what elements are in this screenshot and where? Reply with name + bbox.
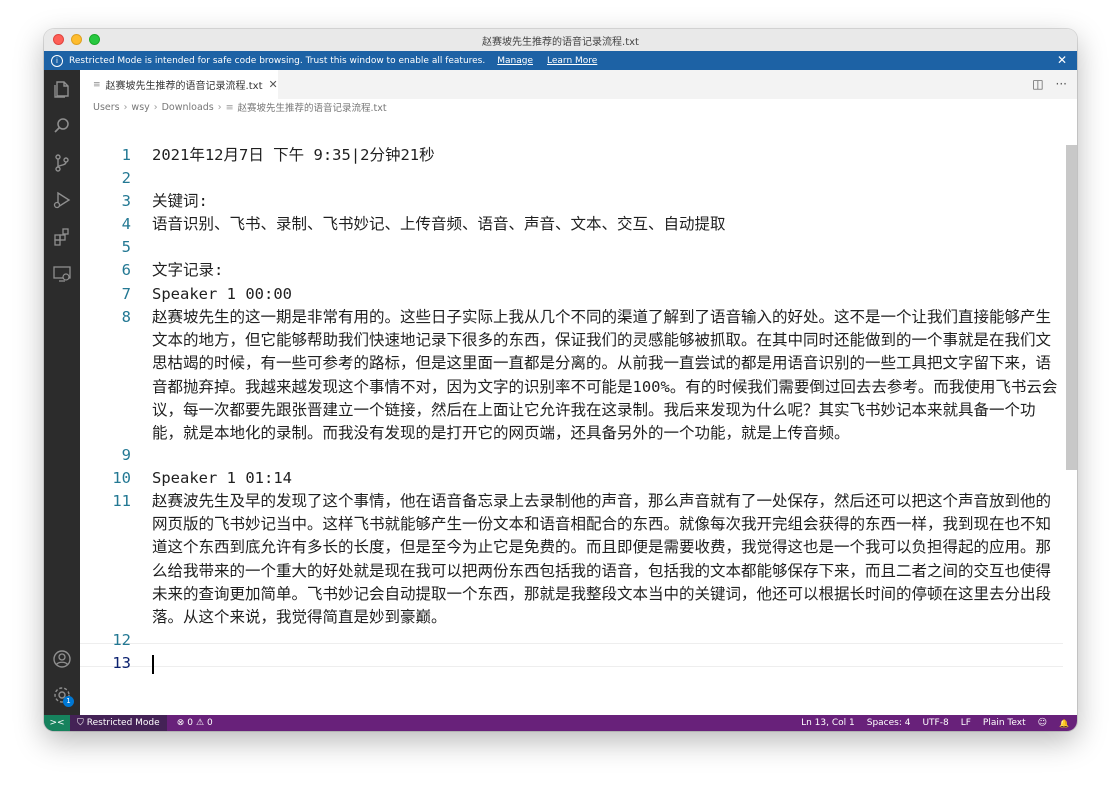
learn-more-link[interactable]: Learn More: [547, 56, 597, 66]
restricted-mode-banner: i Restricted Mode is intended for safe c…: [44, 51, 1077, 70]
tab-label: 赵赛坡先生推荐的语音记录流程.txt: [105, 81, 263, 92]
breadcrumb-separator: ›: [153, 101, 158, 113]
shield-icon: ⛉: [77, 718, 84, 728]
text-cursor: [152, 655, 154, 674]
remote-indicator[interactable]: ><: [44, 715, 70, 731]
search-icon[interactable]: [52, 116, 72, 136]
line-text: 语音识别、飞书、录制、飞书妙记、上传音频、语音、声音、文本、交互、自动提取: [152, 215, 726, 233]
window-title: 赵赛坡先生推荐的语音记录流程.txt: [482, 36, 639, 48]
tab-actions: ◫ ···: [1032, 77, 1067, 91]
vertical-scrollbar[interactable]: [1065, 115, 1077, 715]
line-text: 关键词:: [152, 192, 208, 210]
language-mode[interactable]: Plain Text: [983, 718, 1026, 728]
scrollbar-thumb[interactable]: [1066, 145, 1077, 470]
line-number: 3: [121, 192, 131, 210]
text-file-icon: ≡: [93, 79, 101, 90]
activity-bar: 1: [44, 70, 80, 715]
status-right: Ln 13, Col 1 Spaces: 4 UTF-8 LF Plain Te…: [801, 715, 1069, 731]
line-text: 赵赛波先生及早的发现了这个事情，他在语音备忘录上去录制他的声音，那么声音就有了一…: [152, 492, 1052, 627]
line-number: 6: [121, 261, 131, 279]
source-control-icon[interactable]: [52, 153, 72, 173]
line-number: 1: [121, 146, 131, 164]
close-tab-icon[interactable]: ✕: [269, 78, 278, 91]
breadcrumb-file[interactable]: 赵赛坡先生推荐的语音记录流程.txt: [238, 100, 387, 114]
line-text: Speaker 1 00:00: [152, 285, 292, 303]
line-text: 2021年12月7日 下午 9:35|2分钟21秒: [152, 146, 435, 164]
breadcrumb-separator: ›: [123, 101, 128, 113]
line-text: Speaker 1 01:14: [152, 469, 292, 487]
manage-gear-icon[interactable]: 1: [52, 685, 74, 707]
breadcrumb-separator: ›: [217, 101, 222, 113]
restricted-mode-label: Restricted Mode: [86, 718, 160, 728]
info-icon: i: [51, 54, 63, 67]
split-editor-icon[interactable]: ◫: [1032, 77, 1043, 91]
line-number: 13: [112, 654, 131, 672]
end-of-line[interactable]: LF: [961, 718, 971, 728]
manage-link[interactable]: Manage: [497, 56, 533, 66]
tab-current-file[interactable]: ≡ 赵赛坡先生推荐的语音记录流程.txt ✕: [80, 70, 278, 99]
line-number: 11: [112, 492, 131, 510]
breadcrumb: Users › wsy › Downloads › ≡ 赵赛坡先生推荐的语音记录…: [80, 99, 1077, 115]
accounts-icon[interactable]: [52, 649, 72, 669]
line-number: 10: [112, 469, 131, 487]
indentation[interactable]: Spaces: 4: [867, 718, 911, 728]
accounts-badge: 1: [63, 696, 74, 707]
line-text: 文字记录:: [152, 261, 224, 279]
breadcrumb-users[interactable]: Users: [93, 102, 120, 113]
text-editor[interactable]: 1 2021年12月7日 下午 9:35|2分钟21秒 2 3 关键词: 4 语音识别、飞书…: [80, 115, 1077, 715]
minimize-window-button[interactable]: [71, 34, 82, 45]
zoom-window-button[interactable]: [89, 34, 100, 45]
error-count: 0: [187, 718, 193, 728]
encoding[interactable]: UTF-8: [922, 718, 948, 728]
breadcrumb-downloads[interactable]: Downloads: [162, 102, 214, 113]
extensions-icon[interactable]: [52, 227, 72, 247]
line-number: 2: [121, 169, 131, 187]
line-number: 4: [121, 215, 131, 233]
editor-tabs: ≡ 赵赛坡先生推荐的语音记录流程.txt ✕ ◫ ···: [80, 70, 1077, 99]
close-window-button[interactable]: [53, 34, 64, 45]
warning-icon: ⚠: [195, 718, 205, 728]
title-bar: 赵赛坡先生推荐的语音记录流程.txt: [44, 29, 1077, 52]
window-controls: [53, 34, 100, 45]
breadcrumb-wsy[interactable]: wsy: [131, 102, 149, 113]
current-line-highlight: [80, 643, 1063, 667]
close-banner-icon[interactable]: ✕: [1057, 53, 1067, 67]
restricted-mode-indicator[interactable]: ⛉ Restricted Mode: [70, 715, 167, 731]
line-number: 5: [121, 238, 131, 256]
feedback-icon[interactable]: ☺: [1038, 718, 1047, 728]
notifications-bell-icon[interactable]: 🔔: [1059, 719, 1069, 728]
line-number: 8: [121, 308, 131, 326]
problems-indicator[interactable]: ⊗ 0 ⚠ 0: [177, 718, 213, 728]
status-bar: >< ⛉ Restricted Mode ⊗ 0 ⚠ 0 Ln 13, Col …: [44, 715, 1077, 731]
line-text: 赵赛坡先生的这一期是非常有用的。这些日子实际上我从几个不同的渠道了解到了语音输入…: [152, 308, 1058, 443]
error-icon: ⊗: [176, 718, 185, 728]
run-debug-icon[interactable]: [52, 190, 72, 210]
line-number: 9: [121, 446, 131, 464]
explorer-icon[interactable]: [52, 79, 72, 99]
cursor-position[interactable]: Ln 13, Col 1: [801, 718, 855, 728]
line-number: 7: [121, 285, 131, 303]
vscode-window: 赵赛坡先生推荐的语音记录流程.txt i Restricted Mode is …: [44, 29, 1077, 731]
warning-count: 0: [207, 718, 213, 728]
more-actions-icon[interactable]: ···: [1056, 77, 1067, 91]
banner-message: Restricted Mode is intended for safe cod…: [69, 55, 486, 66]
breadcrumb-file-icon: ≡: [225, 101, 234, 113]
remote-explorer-icon[interactable]: [52, 264, 72, 284]
remote-icon: ><: [49, 718, 65, 728]
line-number: 12: [112, 631, 131, 649]
